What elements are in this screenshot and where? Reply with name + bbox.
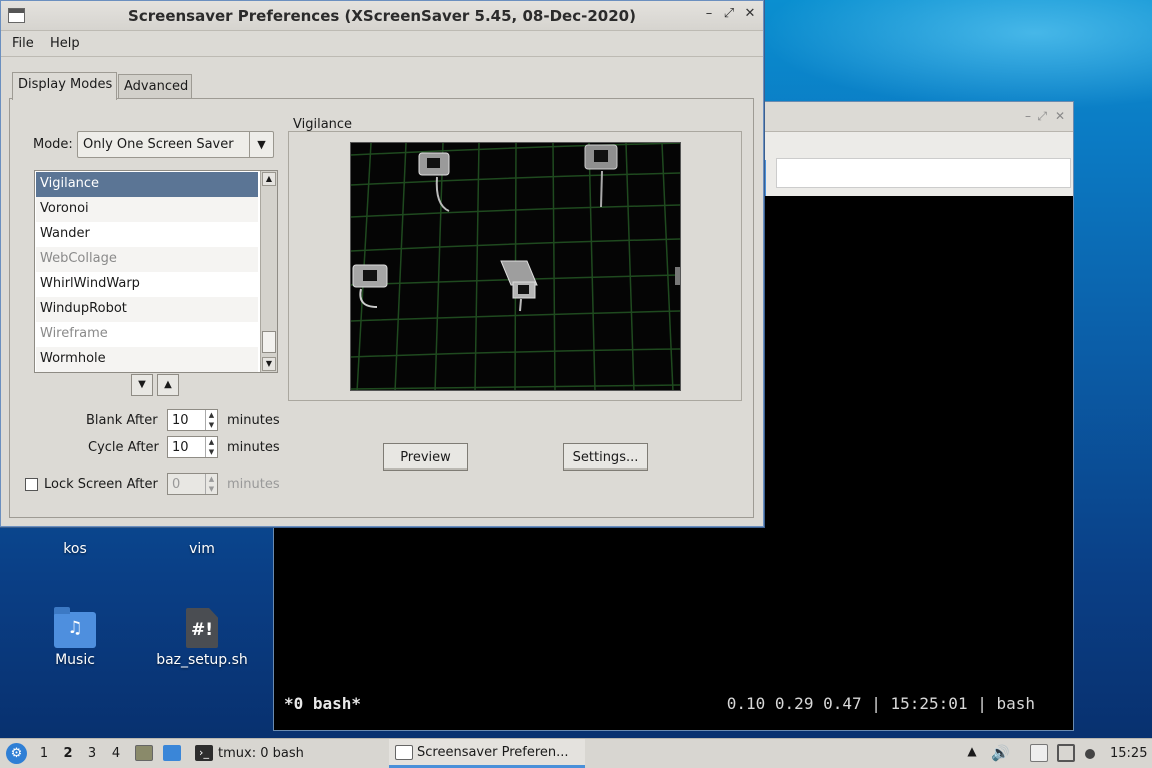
terminal-minimize-icon[interactable]: –: [1025, 109, 1031, 123]
desktop-icon-label: kos: [63, 541, 87, 557]
start-menu-icon[interactable]: ⚙: [6, 743, 27, 764]
blank-after-stepper[interactable]: 10 ▲ ▼: [167, 409, 218, 431]
lock-screen-checkbox[interactable]: [25, 478, 38, 491]
list-item[interactable]: Wormhole: [36, 347, 258, 372]
screensaver-list-items: Vigilance Voronoi Wander WebCollage Whir…: [36, 172, 258, 372]
menu-bar: File Help: [1, 32, 763, 57]
list-scrollbar[interactable]: ▲ ▼: [260, 171, 277, 372]
music-folder-icon: ♫: [54, 607, 96, 648]
desktop-icon-label: baz_setup.sh: [156, 652, 248, 668]
file-manager-icon[interactable]: [135, 745, 153, 761]
taskbar: ⚙ 1 2 3 4 ›_ tmux: 0 bash Screensaver Pr…: [0, 738, 1152, 768]
list-item[interactable]: WhirlWindWarp: [36, 272, 258, 297]
tray-arrow-icon[interactable]: ▲: [963, 744, 981, 762]
tab-display-modes[interactable]: Display Modes: [12, 72, 117, 100]
lock-screen-value: 0: [172, 477, 181, 492]
cycle-after-value[interactable]: 10: [172, 440, 189, 455]
mode-select[interactable]: Only One Screen Saver ▼: [77, 131, 274, 158]
task-screensaver-active[interactable]: Screensaver Preferen...: [389, 739, 585, 768]
lock-screen-label[interactable]: Lock Screen After: [44, 477, 158, 492]
terminal-maximize-icon[interactable]: ⤢: [1037, 109, 1047, 124]
volume-icon[interactable]: 🔊: [991, 744, 1010, 762]
tmux-window-name: *0 bash*: [284, 694, 362, 713]
workspace-1[interactable]: 1: [36, 746, 52, 761]
desktop-icon-label: Music: [55, 652, 95, 668]
next-item-button[interactable]: ▼: [131, 374, 153, 396]
stepper-arrows-icon: ▲ ▼: [205, 474, 217, 494]
stepper-arrows-icon[interactable]: ▲ ▼: [205, 410, 217, 430]
desktop-wallpaper-glow: [760, 0, 1152, 110]
preview-title: Vigilance: [293, 117, 353, 132]
terminal-close-icon[interactable]: ✕: [1055, 109, 1065, 123]
close-icon[interactable]: ✕: [742, 6, 758, 24]
tab-advanced[interactable]: Advanced: [118, 74, 192, 99]
terminal-icon[interactable]: ›_: [195, 745, 213, 761]
window-title: Screensaver Preferences (XScreenSaver 5.…: [128, 7, 636, 25]
list-item[interactable]: Vigilance: [36, 172, 258, 197]
clock[interactable]: 15:25: [1110, 746, 1147, 761]
terminal-tab[interactable]: [764, 160, 774, 196]
task-tmux[interactable]: tmux: 0 bash: [218, 746, 304, 761]
chevron-down-icon[interactable]: ▼: [249, 132, 273, 157]
tmux-status-bar: *0 bash* 0.10 0.29 0.47 | 15:25:01 | bas…: [284, 694, 1063, 718]
scroll-down-icon[interactable]: ▼: [262, 357, 276, 371]
desktop-icon-baz-setup[interactable]: #! baz_setup.sh: [147, 608, 257, 668]
terminal-tab-area: [764, 132, 1073, 196]
desktop-icon-vim[interactable]: vim: [147, 537, 257, 557]
bluetooth-icon[interactable]: [1085, 749, 1095, 759]
cycle-after-label: Cycle After: [88, 440, 159, 455]
list-item[interactable]: Wireframe: [36, 322, 258, 347]
list-item[interactable]: WindupRobot: [36, 297, 258, 322]
cycle-after-stepper[interactable]: 10 ▲ ▼: [167, 436, 218, 458]
stepper-arrows-icon[interactable]: ▲ ▼: [205, 437, 217, 457]
workspace-2[interactable]: 2: [60, 746, 76, 761]
previous-item-button[interactable]: ▲: [157, 374, 179, 396]
vigilance-preview-graphic: [351, 143, 680, 390]
menu-file[interactable]: File: [12, 36, 34, 51]
clipboard-icon[interactable]: [1030, 744, 1048, 762]
task-screensaver-label: Screensaver Preferen...: [417, 745, 569, 760]
shell-script-icon: #!: [186, 608, 218, 648]
window-titlebar[interactable]: Screensaver Preferences (XScreenSaver 5.…: [1, 1, 763, 31]
camera-icon: [500, 260, 538, 312]
desktop-icon-music[interactable]: ♫ Music: [20, 607, 130, 668]
cycle-after-unit: minutes: [227, 440, 280, 455]
minimize-icon[interactable]: –: [701, 6, 717, 24]
mode-label: Mode:: [33, 137, 73, 152]
list-item[interactable]: WebCollage: [36, 247, 258, 272]
settings-button[interactable]: Settings...: [563, 443, 648, 471]
show-desktop-icon[interactable]: [163, 745, 181, 761]
list-item[interactable]: Wander: [36, 222, 258, 247]
lock-screen-stepper: 0 ▲ ▼: [167, 473, 218, 495]
lock-screen-unit: minutes: [227, 477, 280, 492]
network-icon[interactable]: [1057, 744, 1075, 762]
tmux-status-right: 0.10 0.29 0.47 | 15:25:01 | bash: [726, 694, 1035, 713]
workspace-3[interactable]: 3: [84, 746, 100, 761]
blank-after-value[interactable]: 10: [172, 413, 189, 428]
workspace-4[interactable]: 4: [108, 746, 124, 761]
mode-select-value: Only One Screen Saver: [83, 137, 234, 152]
preview-button[interactable]: Preview: [383, 443, 468, 471]
menu-help[interactable]: Help: [50, 36, 80, 51]
screensaver-preferences-window[interactable]: Screensaver Preferences (XScreenSaver 5.…: [0, 0, 764, 527]
list-item[interactable]: Voronoi: [36, 197, 258, 222]
desktop-icon-label: vim: [189, 541, 215, 557]
scroll-up-icon[interactable]: ▲: [262, 172, 276, 186]
screensaver-preview-image: [350, 142, 681, 391]
desktop-icon-kos[interactable]: kos: [20, 537, 130, 557]
maximize-icon[interactable]: ⤢: [721, 6, 737, 24]
window-icon: [395, 745, 413, 760]
scrollbar-thumb[interactable]: [262, 331, 276, 353]
blank-after-label: Blank After: [86, 413, 158, 428]
screensaver-list[interactable]: Vigilance Voronoi Wander WebCollage Whir…: [34, 170, 278, 373]
camera-icon: [352, 264, 388, 308]
terminal-tab-bar: [776, 158, 1071, 188]
blank-after-unit: minutes: [227, 413, 280, 428]
